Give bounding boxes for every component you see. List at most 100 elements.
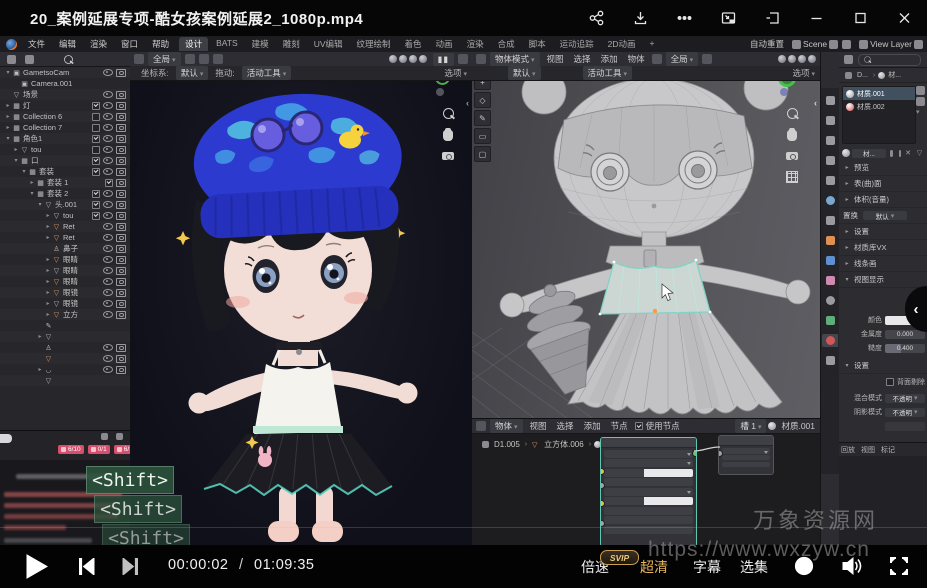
- camera-visibility-icon[interactable]: [116, 245, 126, 253]
- outliner-mode-icon[interactable]: [7, 55, 16, 64]
- displacement-dropdown[interactable]: 默认▾: [863, 211, 907, 220]
- properties-tab-scene[interactable]: [822, 174, 838, 187]
- slot-remove-button[interactable]: [916, 97, 925, 106]
- eye-icon[interactable]: [103, 212, 113, 219]
- maximize-icon[interactable]: [845, 5, 875, 31]
- copy-icon[interactable]: [899, 150, 902, 157]
- transform-icon[interactable]: [134, 54, 144, 64]
- workspace-tab[interactable]: 渲染: [461, 37, 490, 51]
- blender-logo-icon[interactable]: [6, 39, 17, 50]
- pan-icon[interactable]: [443, 130, 453, 141]
- roughness-value[interactable]: 0.400: [885, 344, 925, 353]
- camera-visibility-icon[interactable]: [116, 135, 126, 143]
- camera-visibility-icon[interactable]: [116, 256, 126, 264]
- auto-reload-button[interactable]: 自动重置: [750, 38, 784, 50]
- eye-icon[interactable]: [103, 113, 113, 120]
- eye-icon[interactable]: [103, 201, 113, 208]
- fake-user-icon[interactable]: [890, 150, 893, 157]
- editor-type-icon[interactable]: [476, 421, 486, 431]
- outliner-row[interactable]: ▾▦套装: [0, 166, 130, 177]
- properties-tab-collection[interactable]: [822, 214, 838, 227]
- active-tool-dropdown[interactable]: 活动工具▾: [242, 66, 292, 80]
- select-circle-icon[interactable]: [652, 54, 662, 64]
- eye-icon[interactable]: [103, 91, 113, 98]
- camera-visibility-icon[interactable]: [116, 168, 126, 176]
- exclude-checkbox[interactable]: [92, 212, 100, 220]
- outliner-row[interactable]: ▾▦套装 2: [0, 188, 130, 199]
- outliner-row[interactable]: ▸▽眼睛: [0, 265, 130, 276]
- zoom-icon[interactable]: [443, 108, 454, 119]
- eye-icon[interactable]: [103, 278, 113, 285]
- camera-view-icon[interactable]: [442, 152, 454, 160]
- viewport-render[interactable]: ‹: [130, 52, 473, 545]
- exclude-checkbox[interactable]: [92, 201, 100, 209]
- camera-visibility-icon[interactable]: [116, 179, 126, 187]
- camera-visibility-icon[interactable]: [116, 278, 126, 286]
- viewport-wireframe[interactable]: ↖+◇✎▭▢ ‹: [472, 52, 820, 418]
- camera-visibility-icon[interactable]: [116, 355, 126, 363]
- outliner-row[interactable]: ▸▽立方: [0, 309, 130, 320]
- proportional-icon[interactable]: [213, 54, 223, 64]
- exclude-checkbox[interactable]: [92, 146, 100, 154]
- menu-帮助[interactable]: 帮助: [145, 38, 176, 50]
- slot-add-button[interactable]: [916, 86, 925, 95]
- tool-annotate[interactable]: ✎: [474, 110, 491, 126]
- menu-文件[interactable]: 文件: [21, 38, 52, 50]
- camera-visibility-icon[interactable]: [116, 157, 126, 165]
- outliner-row[interactable]: ▸▽: [0, 331, 130, 342]
- section-表(曲)面[interactable]: ▸表(曲)面: [839, 176, 927, 192]
- viewport-nav-icons[interactable]: [786, 108, 798, 183]
- share-icon[interactable]: [581, 5, 611, 31]
- eye-icon[interactable]: [103, 102, 113, 109]
- eye-icon[interactable]: [103, 355, 113, 362]
- workspace-tab[interactable]: 脚本: [523, 37, 552, 51]
- eye-icon[interactable]: [103, 234, 113, 241]
- properties-tab-object[interactable]: [822, 234, 838, 247]
- camera-visibility-icon[interactable]: [116, 113, 126, 121]
- pause-button[interactable]: ▮▮: [433, 53, 454, 66]
- sidebar-toggle-icon[interactable]: ‹: [466, 98, 469, 108]
- exclude-checkbox[interactable]: [92, 157, 100, 165]
- outliner-row[interactable]: ▽: [0, 375, 130, 386]
- camera-visibility-icon[interactable]: [116, 300, 126, 308]
- outliner-row[interactable]: ▾▦口: [0, 155, 130, 166]
- prop-breadcrumb-material[interactable]: 材...: [888, 70, 901, 80]
- copy-icon[interactable]: [842, 40, 851, 49]
- backface-checkbox[interactable]: [886, 378, 894, 386]
- popup-pin-icon[interactable]: [101, 433, 108, 440]
- properties-tab-object-data[interactable]: [822, 314, 838, 327]
- eye-icon[interactable]: [103, 311, 113, 318]
- camera-visibility-icon[interactable]: [116, 91, 126, 99]
- eye-icon[interactable]: [103, 190, 113, 197]
- timeline-menu-视图[interactable]: 视图: [861, 445, 875, 455]
- outliner-row[interactable]: ✎: [0, 320, 130, 331]
- outliner-row[interactable]: ▸▽Ret: [0, 232, 130, 243]
- orientation-dropdown[interactable]: 全局▾: [148, 52, 181, 66]
- properties-tab-world[interactable]: [822, 194, 838, 207]
- properties-tab-render[interactable]: [822, 114, 838, 127]
- section-线条画[interactable]: ▸线条画: [839, 256, 927, 272]
- eye-icon[interactable]: [103, 124, 113, 131]
- unlink-icon[interactable]: ✕: [905, 149, 911, 157]
- eye-icon[interactable]: [103, 146, 113, 153]
- editor-type-icon[interactable]: [476, 54, 486, 64]
- volume-icon[interactable]: [841, 555, 863, 582]
- outliner-row[interactable]: ▸▦套装 1: [0, 177, 130, 188]
- scene-selector[interactable]: Scene: [803, 39, 827, 49]
- tool-add-cube[interactable]: ▢: [474, 146, 491, 162]
- menu-view[interactable]: 视图: [525, 420, 552, 432]
- options-dropdown[interactable]: 选项▾: [439, 67, 472, 79]
- eye-icon[interactable]: [103, 256, 113, 263]
- eye-icon[interactable]: [103, 267, 113, 274]
- mode-dropdown[interactable]: 物体模式▾: [490, 52, 540, 66]
- menu-add[interactable]: 添加: [596, 53, 623, 65]
- outliner-row[interactable]: ▽场景: [0, 89, 130, 100]
- properties-search-input[interactable]: [858, 54, 921, 66]
- render-icon[interactable]: [458, 54, 468, 64]
- exclude-checkbox[interactable]: [92, 102, 100, 110]
- workspace-tab[interactable]: 着色: [399, 37, 428, 51]
- magnet-icon[interactable]: [702, 54, 712, 64]
- camera-visibility-icon[interactable]: [116, 201, 126, 209]
- workspace-tab[interactable]: 建模: [246, 37, 275, 51]
- timeline-body[interactable]: [839, 456, 927, 545]
